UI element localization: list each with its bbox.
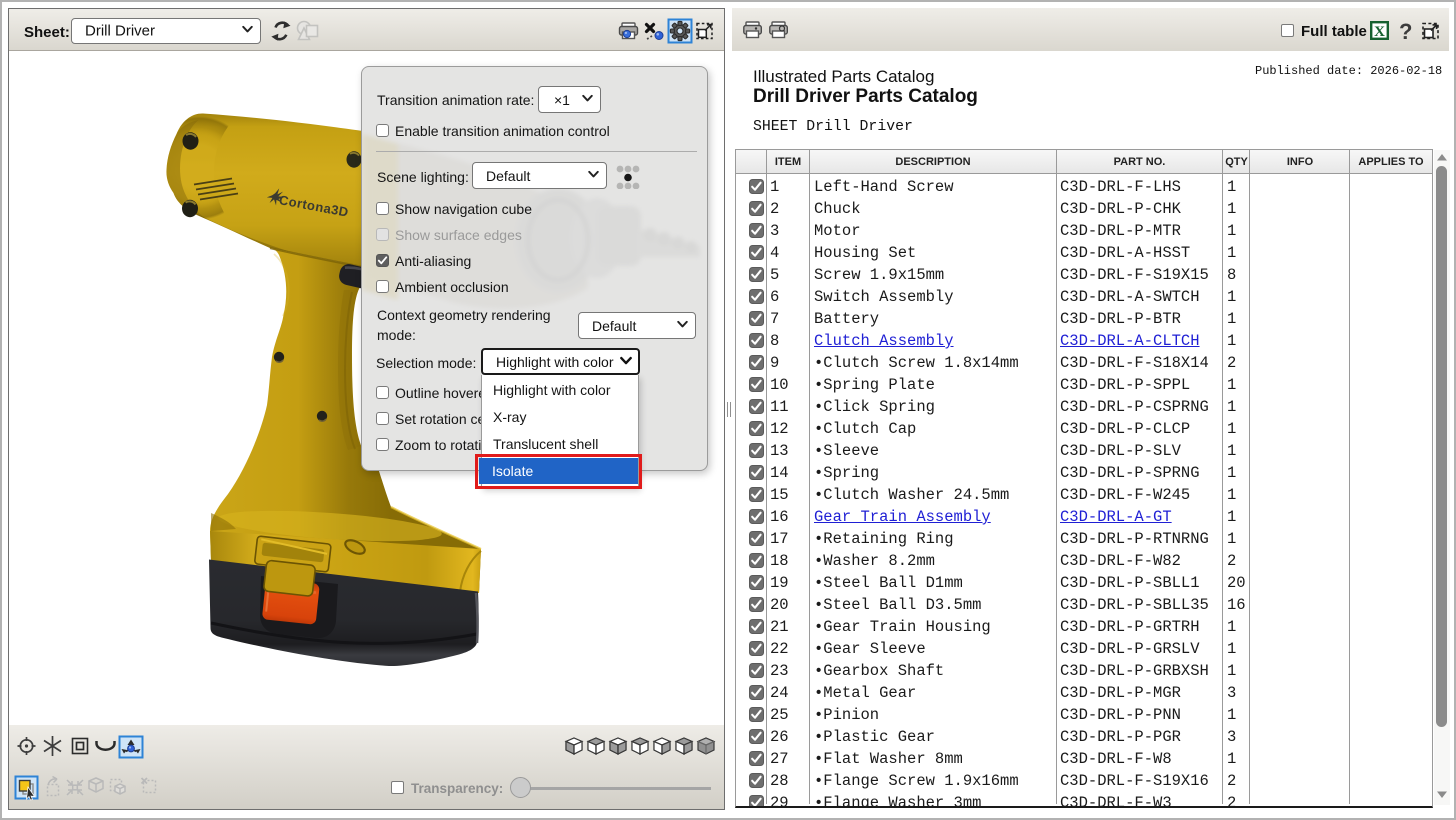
svg-text:X: X bbox=[1374, 24, 1385, 40]
